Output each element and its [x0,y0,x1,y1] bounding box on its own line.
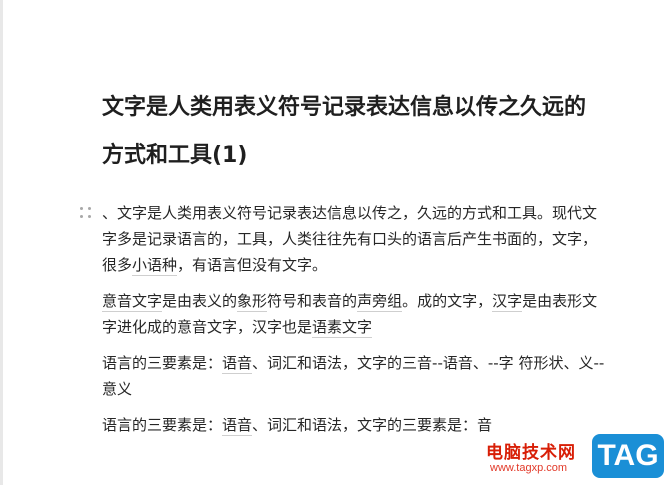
link-hanzi[interactable]: 汉字 [492,292,523,312]
page-title-line-2: 方式和工具(1) [102,143,248,168]
paragraph-3[interactable]: 语言的三要素是：语音、词汇和语法，文字的三音--语音、--字 符形状、义--意义 [102,350,608,402]
link-yuyin[interactable]: 语音 [222,354,253,374]
block-drag-handle-icon[interactable] [80,207,92,219]
paragraph-2[interactable]: 意音文字是由表义的象形符号和表音的声旁组。成的文字，汉字是由表形文字进化成的意音… [102,288,608,340]
page-title: 文字是人类用表义符号记录表达信息以传之久远的 方式和工具(1) [102,84,622,180]
drag-dot [88,215,91,218]
paragraph-2-text-c: 。成的文字， [402,292,493,310]
paragraph-2-text-b: 符号和表音的 [267,292,358,310]
page-title-line-1: 文字是人类用表义符号记录表达信息以传之久远的 [102,95,587,120]
watermark-site-name: 电脑技术网 [486,443,576,463]
watermark-url: www.tagxp.com [490,462,568,474]
paragraph-3-prefix: 语言的三要素是： [102,354,223,372]
watermark-tag-logo: TAG [592,434,664,478]
window-left-edge [0,0,3,485]
paragraph-1[interactable]: 、文字是人类用表义符号记录表达信息以传之，久远的方式和工具。现代文字多是记录语言… [102,200,608,278]
link-yusu-wenzi[interactable]: 语素文字 [312,318,373,338]
drag-dot [80,207,83,210]
link-shengpang[interactable]: 声旁组 [357,292,403,312]
drag-dot [80,215,83,218]
paragraph-2-text-a: 是由表义的 [162,292,238,310]
link-xiangxing[interactable]: 象形 [237,292,268,312]
link-yuyin-2[interactable]: 语音 [222,416,253,436]
paragraph-4-tail: 、词汇和语法，文字的三要素是：音 [252,416,493,434]
paragraph-1-tail: ，有语言但没有文字。 [177,256,328,274]
paragraph-4-prefix: 语言的三要素是： [102,416,223,434]
link-xiaoyuzhong[interactable]: 小语种 [132,256,178,276]
link-yiyin-wenzi[interactable]: 意音文字 [102,292,163,312]
drag-dot [88,207,91,210]
site-watermark: 电脑技术网 www.tagxp.com TAG [486,434,669,485]
